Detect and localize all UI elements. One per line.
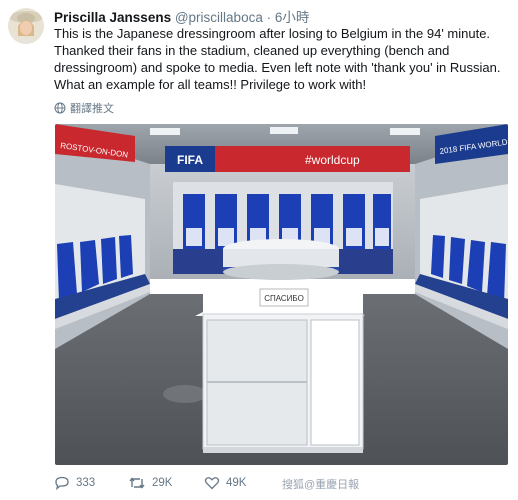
- thank-you-note: СПАСИБО: [264, 294, 304, 303]
- watermark: 搜狐@重慶日報: [282, 479, 360, 491]
- like-button[interactable]: 49K: [204, 476, 246, 490]
- fifa-banner-text: FIFA: [177, 153, 203, 167]
- tweet-timestamp[interactable]: 6小時: [275, 10, 310, 25]
- translate-label: 翻譯推文: [70, 103, 114, 115]
- tweet-line: dressingroom) and spoke to media. Even l…: [54, 60, 501, 75]
- center-table: [223, 239, 339, 280]
- front-cabinet: СПАСИБО: [195, 284, 365, 453]
- separator-dot: ·: [266, 10, 272, 25]
- author-handle[interactable]: @priscillaboca: [175, 10, 263, 25]
- worldcup-banner-text: #worldcup: [305, 153, 360, 167]
- globe-icon: [54, 102, 66, 114]
- retweet-icon: [129, 477, 145, 489]
- retweet-button[interactable]: 29K: [128, 476, 172, 490]
- reply-count: 333: [76, 477, 96, 489]
- like-count: 49K: [226, 477, 247, 489]
- tweet-line: Thanked their fans in the stadium, clean…: [54, 43, 450, 58]
- tweet-header: Priscilla Janssens @priscillaboca · 6小時: [54, 6, 309, 26]
- author-name[interactable]: Priscilla Janssens: [54, 10, 171, 25]
- heart-icon: [204, 477, 220, 490]
- tweet-line: This is the Japanese dressingroom after …: [54, 26, 491, 41]
- translate-tweet-link[interactable]: 翻譯推文: [54, 100, 114, 116]
- retweet-count: 29K: [152, 477, 173, 489]
- avatar[interactable]: [8, 8, 44, 44]
- tweet-photo[interactable]: FIFA #worldcup ROSTOV-ON-DON 2018 FIFA W…: [55, 124, 508, 465]
- tweet-line: What an example for all teams!! Privileg…: [54, 77, 367, 92]
- tweet-text: This is the Japanese dressingroom after …: [54, 25, 506, 93]
- reply-icon: [55, 476, 69, 490]
- reply-button[interactable]: 333: [54, 476, 95, 490]
